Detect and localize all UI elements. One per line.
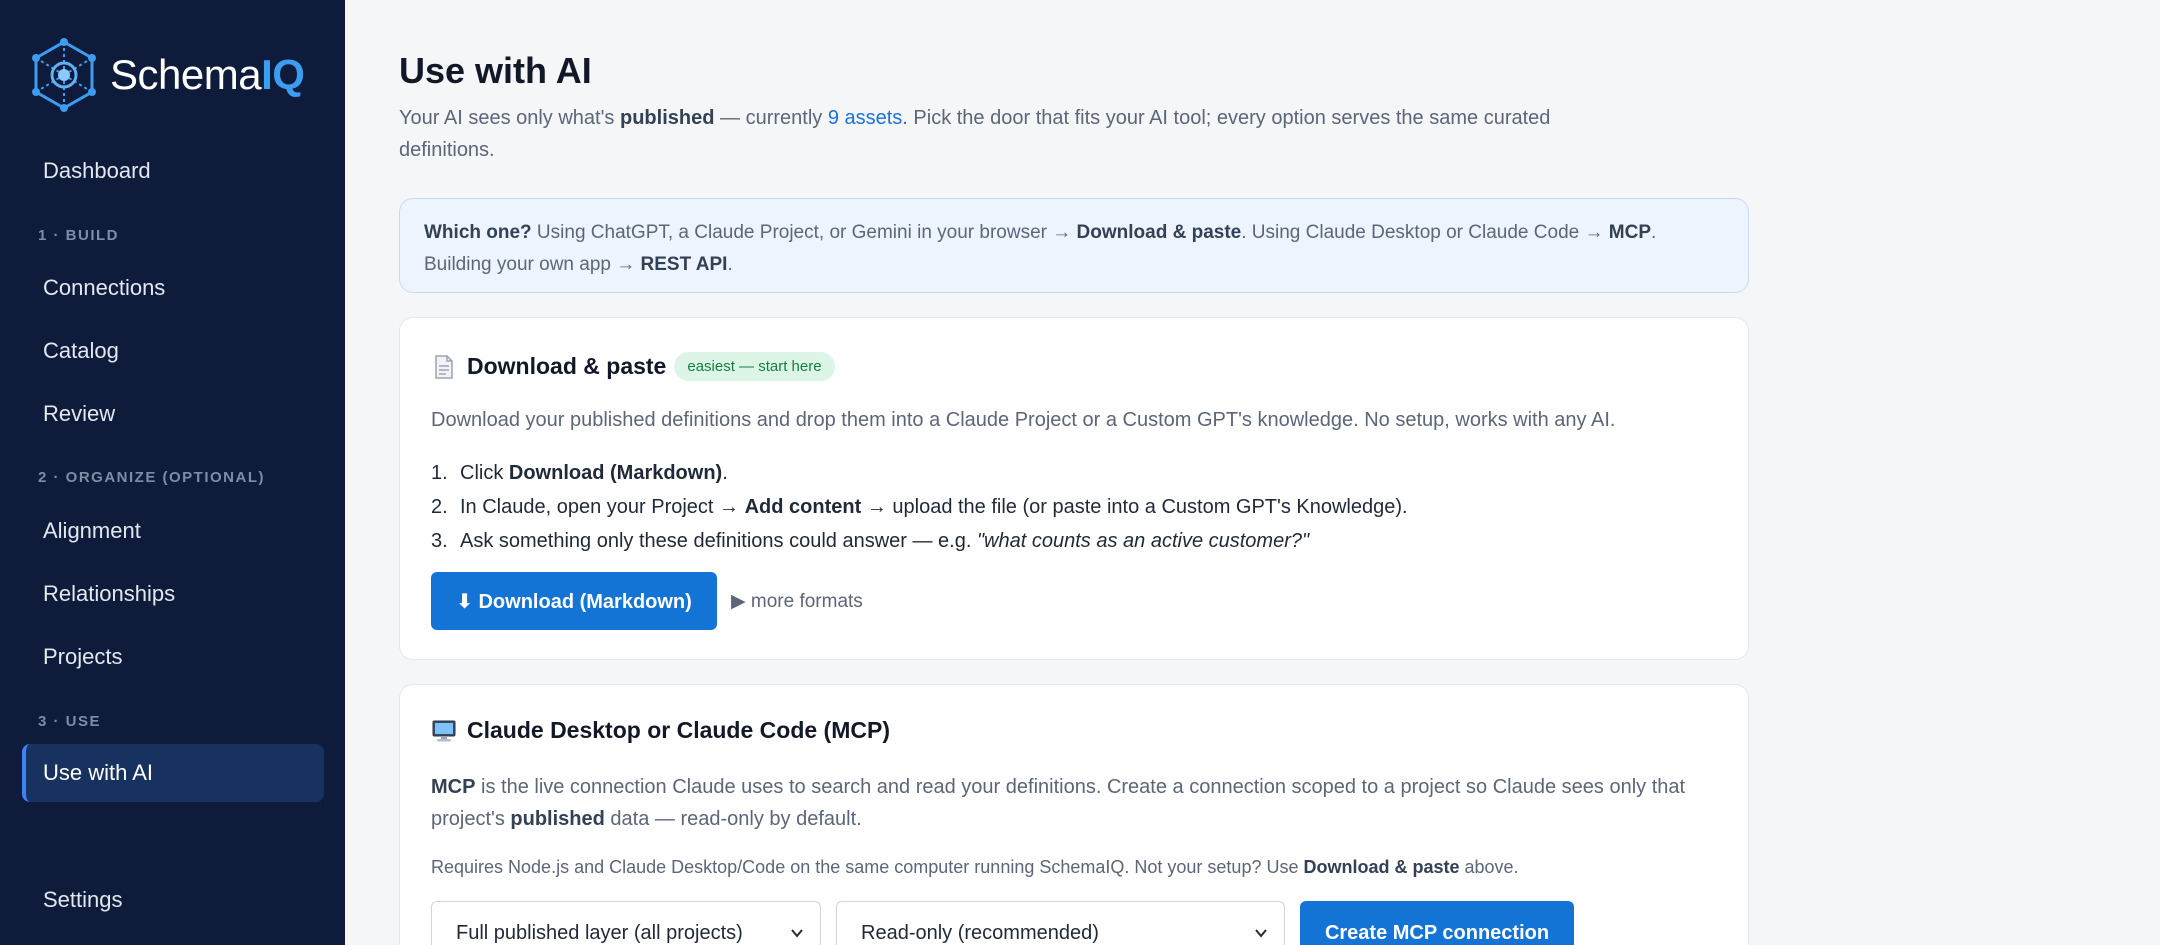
document-icon xyxy=(435,354,453,379)
step-text: . xyxy=(722,462,728,484)
hint-text-4: . xyxy=(727,254,733,275)
step-number: 1. xyxy=(431,462,448,484)
note-text-1: Requires Node.js and Claude Desktop/Code… xyxy=(431,857,1304,877)
scope-select-value: Full published layer (all projects) xyxy=(456,921,743,944)
nav-projects[interactable]: Projects xyxy=(22,628,324,686)
hint-bold-1: Download & paste xyxy=(1076,222,1242,243)
step-text: Click xyxy=(460,462,509,484)
download-card-title: Download & paste xyxy=(467,353,667,379)
note-bold: Download & paste xyxy=(1303,857,1460,877)
create-mcp-connection-button[interactable]: Create MCP connection xyxy=(1300,901,1574,945)
hint-text-1: Using ChatGPT, a Claude Project, or Gemi… xyxy=(531,222,1077,243)
nav-relationships[interactable]: Relationships xyxy=(22,565,324,623)
intro-text-1: Your AI sees only what's xyxy=(399,107,620,129)
brand-name-prefix: Schema xyxy=(110,51,262,98)
hint-bold-2: MCP xyxy=(1608,222,1651,243)
step-example: "what counts as an active customer?" xyxy=(976,530,1310,552)
nav-catalog[interactable]: Catalog xyxy=(22,322,324,380)
step-text: → upload the file (or paste into a Custo… xyxy=(861,496,1408,518)
nav-section-use: 3 · USE xyxy=(38,713,102,730)
step-item: 1. Click Download (Markdown). xyxy=(431,456,1408,490)
download-steps: 1. Click Download (Markdown). 2. In Claude… xyxy=(431,456,1408,558)
step-item: 2. In Claude, open your Project → Add con… xyxy=(431,490,1408,524)
nav-section-organize: 2 · ORGANIZE (OPTIONAL) xyxy=(38,469,265,486)
nav-connections[interactable]: Connections xyxy=(22,259,324,317)
nav-section-build: 1 · BUILD xyxy=(38,227,119,244)
step-bold: Download (Markdown) xyxy=(508,462,723,484)
more-formats-toggle[interactable]: ▶ more formats xyxy=(731,590,863,613)
nav-review[interactable]: Review xyxy=(22,385,324,443)
hint-box: Which one? Using ChatGPT, a Claude Proje… xyxy=(399,198,1749,293)
assets-link[interactable]: 9 assets xyxy=(828,107,902,129)
hint-question: Which one? xyxy=(424,222,532,243)
sidebar: SchemaIQ Dashboard 1 · BUILD Connections… xyxy=(0,0,345,945)
scope-select[interactable]: Full published layer (all projects) xyxy=(431,901,821,945)
computer-icon xyxy=(432,720,456,741)
brand-name-suffix: IQ xyxy=(261,51,305,98)
brand-name: SchemaIQ xyxy=(110,51,305,99)
mcp-desc-text-2: data — read-only by default. xyxy=(604,808,862,830)
access-select-value: Read-only (recommended) xyxy=(861,921,1099,944)
step-number: 3. xyxy=(431,530,448,552)
step-text: Ask something only these definitions cou… xyxy=(460,530,977,552)
access-select[interactable]: Read-only (recommended) xyxy=(836,901,1285,945)
nav-alignment[interactable]: Alignment xyxy=(22,502,324,560)
mcp-bold: MCP xyxy=(431,776,476,798)
page-title: Use with AI xyxy=(399,50,592,91)
download-markdown-button[interactable]: ⬇ Download (Markdown) xyxy=(431,572,717,630)
step-bold: Add content xyxy=(744,496,862,518)
download-card-description: Download your published definitions and … xyxy=(431,409,1616,431)
easiest-badge: easiest — start here xyxy=(674,352,835,381)
mcp-card-title: Claude Desktop or Claude Code (MCP) xyxy=(467,717,890,743)
nav-use-with-ai[interactable]: Use with AI xyxy=(22,744,324,802)
logo[interactable]: SchemaIQ xyxy=(30,38,305,112)
download-card: Download & paste easiest — start here Do… xyxy=(399,317,1749,660)
nav-dashboard[interactable]: Dashboard xyxy=(22,142,324,200)
step-item: 3. Ask something only these definitions c… xyxy=(431,524,1408,558)
step-text: In Claude, open your Project → xyxy=(460,496,745,518)
mcp-card-header: Claude Desktop or Claude Code (MCP) xyxy=(431,717,890,744)
chevron-down-icon xyxy=(791,929,803,938)
hint-text-2: . Using Claude Desktop or Claude Code → xyxy=(1241,222,1609,243)
intro-text-2: — currently xyxy=(714,107,828,129)
mcp-card: Claude Desktop or Claude Code (MCP) MCP … xyxy=(399,684,1749,945)
chevron-down-icon xyxy=(1255,929,1267,938)
logo-hexagon-icon xyxy=(32,38,96,112)
step-number: 2. xyxy=(431,496,448,518)
intro-bold: published xyxy=(620,107,715,129)
page-intro: Your AI sees only what's published — cur… xyxy=(399,102,1639,166)
mcp-card-description: MCP is the live connection Claude uses t… xyxy=(431,771,1721,835)
download-card-header: Download & paste easiest — start here xyxy=(431,352,835,381)
note-text-2: above. xyxy=(1459,857,1519,877)
nav-settings[interactable]: Settings xyxy=(22,871,324,929)
mcp-requirements-note: Requires Node.js and Claude Desktop/Code… xyxy=(431,857,1519,878)
hint-bold-3: REST API xyxy=(640,254,728,275)
published-bold: published xyxy=(510,808,605,830)
